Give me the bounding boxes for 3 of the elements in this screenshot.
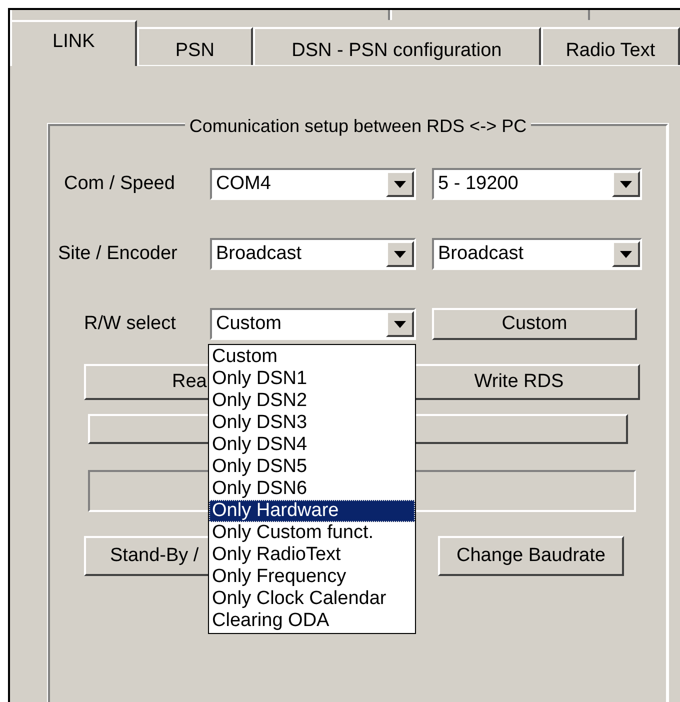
field-label: R/W select <box>84 312 177 336</box>
field-label: Com / Speed <box>64 172 176 196</box>
field-label: Site / Encoder <box>58 242 178 266</box>
